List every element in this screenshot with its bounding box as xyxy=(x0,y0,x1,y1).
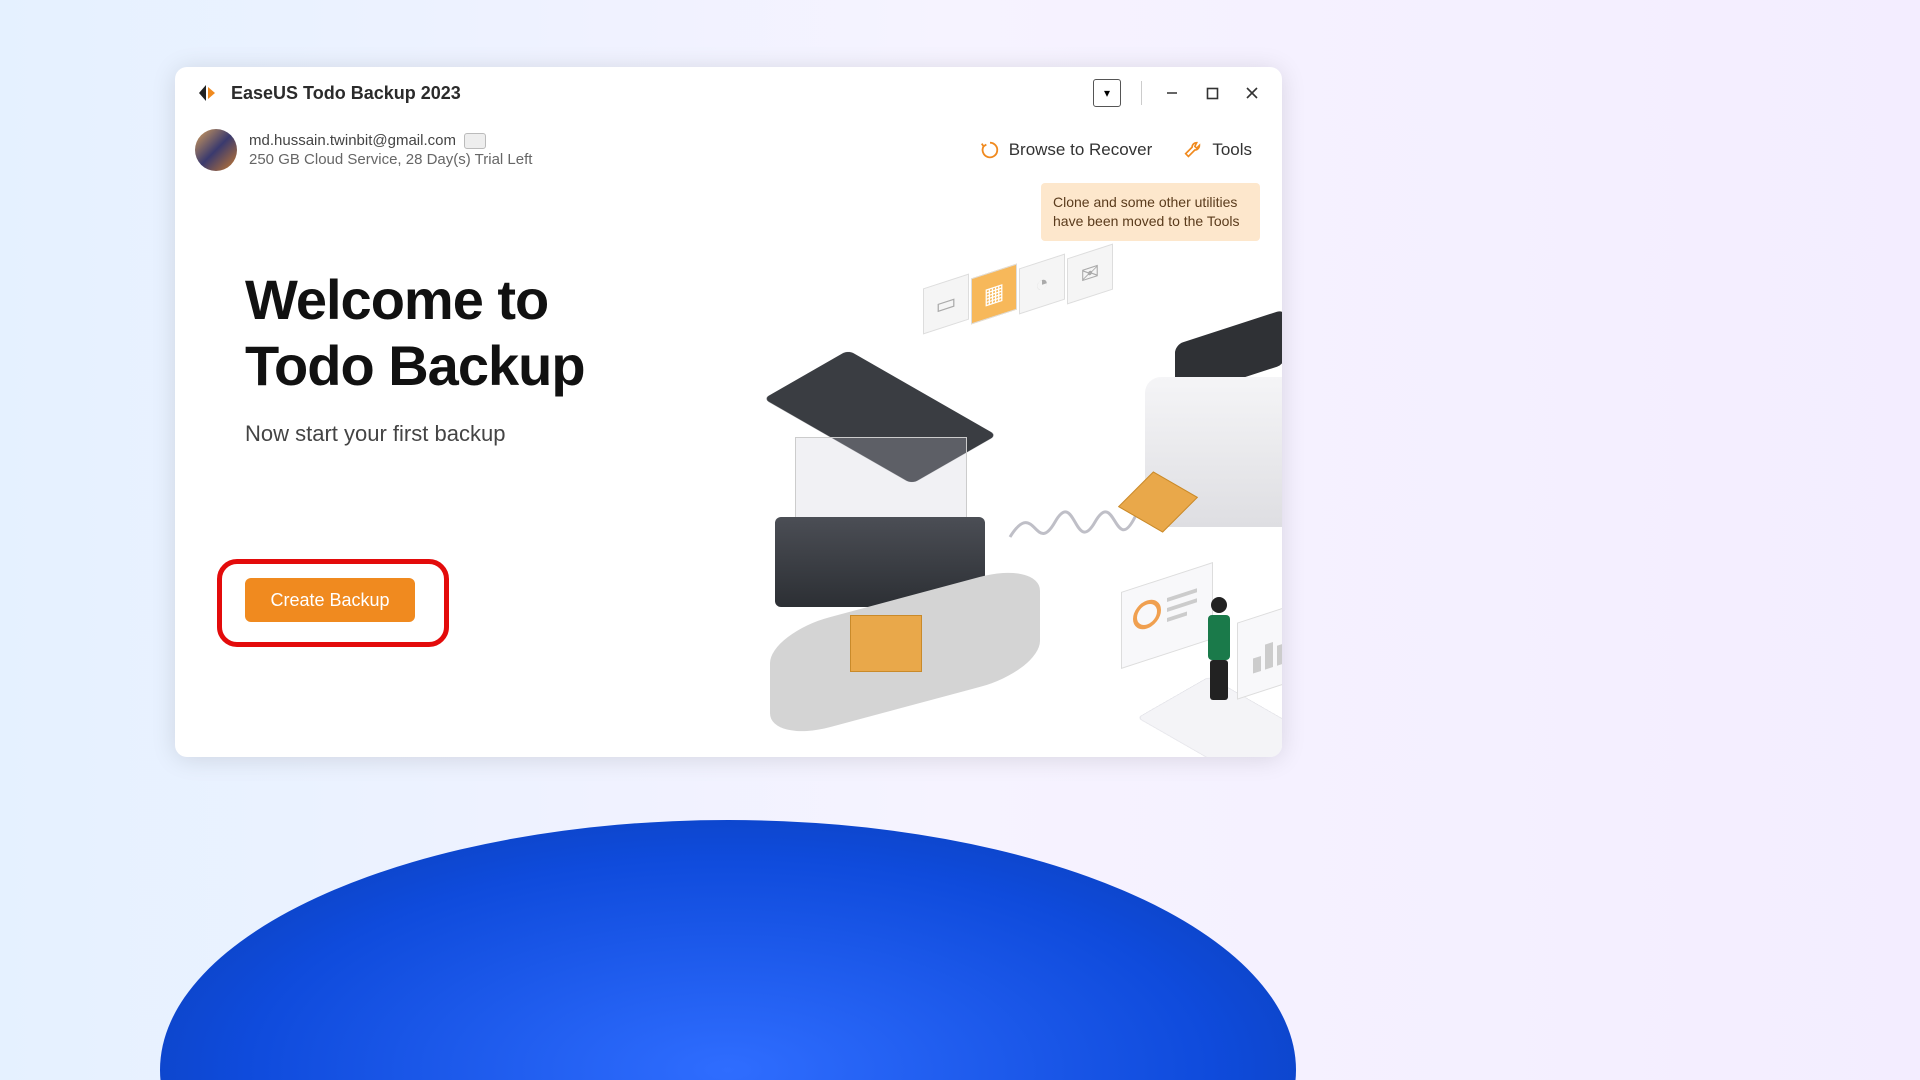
illus-tile-mail-icon: ✉ xyxy=(1067,244,1113,305)
hero-title: Welcome to Todo Backup xyxy=(245,267,665,399)
create-backup-label: Create Backup xyxy=(270,590,389,611)
hero-section: Welcome to Todo Backup Now start your fi… xyxy=(245,267,665,447)
tools-label: Tools xyxy=(1212,140,1252,160)
illus-tile-apps-icon: ▦ xyxy=(971,264,1017,325)
illus-tile-disk-icon: ◔ xyxy=(1019,254,1065,315)
illus-tile-folder-icon: ▭ xyxy=(923,274,969,335)
hero-illustration: ▭ ▦ ◔ ✉ xyxy=(605,227,1245,737)
illus-package-box xyxy=(850,615,922,672)
user-info-row: md.hussain.twinbit@gmail.com 250 GB Clou… xyxy=(175,119,1282,171)
illus-dashboard-panel-right xyxy=(1237,591,1282,700)
close-button[interactable] xyxy=(1232,73,1272,113)
message-icon[interactable] xyxy=(464,133,486,149)
hero-title-line1: Welcome to xyxy=(245,267,665,333)
tools-icon xyxy=(1182,139,1204,161)
browse-to-recover-link[interactable]: Browse to Recover xyxy=(979,139,1153,161)
recover-icon xyxy=(979,139,1001,161)
tools-tooltip-text: Clone and some other utilities have been… xyxy=(1053,194,1240,229)
browse-to-recover-label: Browse to Recover xyxy=(1009,140,1153,160)
titlebar: EaseUS Todo Backup 2023 ▾ xyxy=(175,67,1282,119)
app-title: EaseUS Todo Backup 2023 xyxy=(231,83,461,104)
hero-title-line2: Todo Backup xyxy=(245,333,665,399)
chevron-down-icon: ▾ xyxy=(1104,86,1110,100)
user-text-block: md.hussain.twinbit@gmail.com 250 GB Clou… xyxy=(249,132,532,168)
app-logo-icon xyxy=(195,81,219,105)
hero-subtitle: Now start your first backup xyxy=(245,421,665,447)
user-email: md.hussain.twinbit@gmail.com xyxy=(249,132,456,149)
minimize-button[interactable] xyxy=(1152,73,1192,113)
create-backup-button[interactable]: Create Backup xyxy=(245,578,415,622)
maximize-button[interactable] xyxy=(1192,73,1232,113)
user-avatar[interactable] xyxy=(195,129,237,171)
illus-person xyxy=(1199,597,1239,707)
tools-link[interactable]: Tools xyxy=(1182,139,1252,161)
titlebar-dropdown-button[interactable]: ▾ xyxy=(1093,79,1121,107)
user-status: 250 GB Cloud Service, 28 Day(s) Trial Le… xyxy=(249,151,532,168)
titlebar-divider xyxy=(1141,81,1142,105)
app-window: EaseUS Todo Backup 2023 ▾ md.hussain.twi… xyxy=(175,67,1282,757)
